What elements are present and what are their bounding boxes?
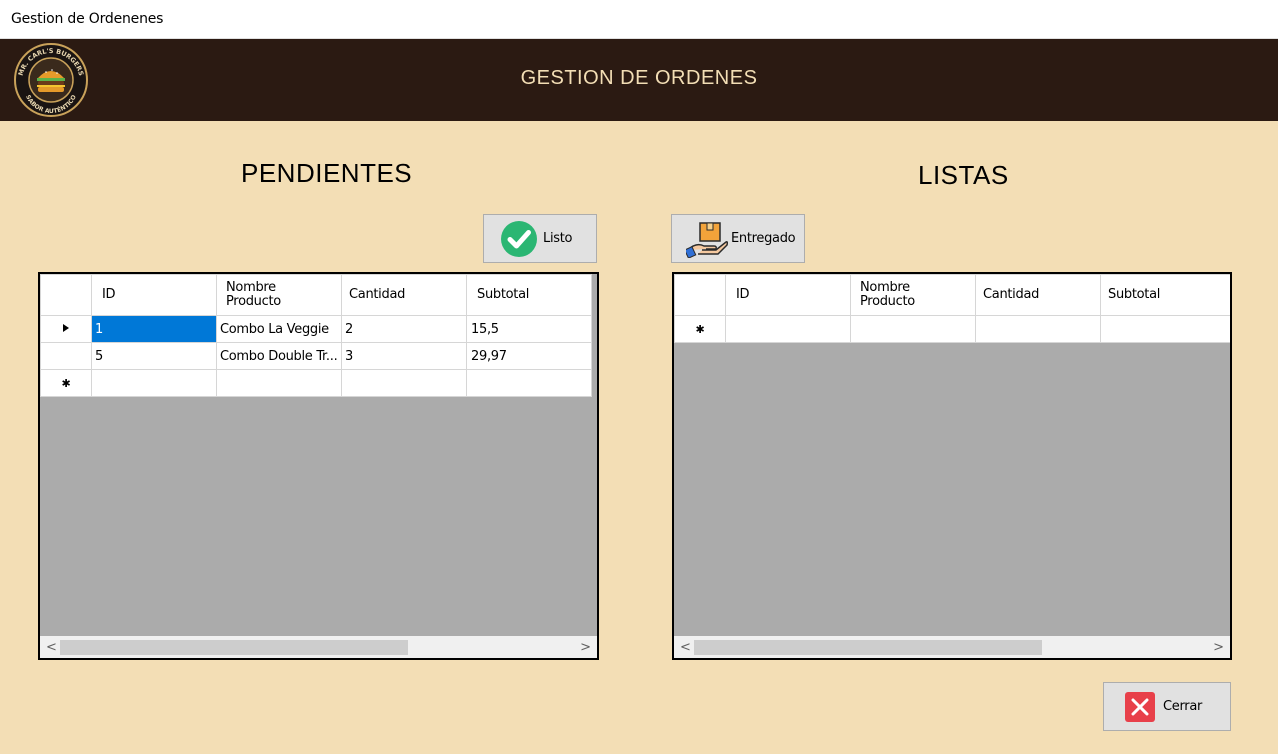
column-header-subtotal[interactable]: Subtotal bbox=[1100, 274, 1230, 316]
pendientes-grid[interactable]: ID Nombre Producto Cantidad Subtotal 1 C… bbox=[38, 272, 599, 660]
app-header: MR. CARL'S BURGERS SABOR AUTÉNTICO GESTI… bbox=[0, 39, 1278, 121]
scroll-right-icon[interactable]: > bbox=[580, 640, 591, 655]
scroll-left-icon[interactable]: < bbox=[46, 640, 57, 655]
table-row[interactable]: 5 Combo Double Tr... 3 29,97 bbox=[40, 342, 592, 370]
column-header-id[interactable]: ID bbox=[91, 274, 217, 316]
listas-grid[interactable]: ID Nombre Producto Cantidad Subtotal ✱ <… bbox=[672, 272, 1232, 660]
listo-button-label: Listo bbox=[543, 231, 573, 246]
cell-cantidad[interactable] bbox=[975, 315, 1101, 343]
column-header-nombre[interactable]: Nombre Producto bbox=[850, 274, 976, 316]
column-header-id[interactable]: ID bbox=[725, 274, 851, 316]
pendientes-table: ID Nombre Producto Cantidad Subtotal 1 C… bbox=[40, 274, 592, 397]
horizontal-scrollbar[interactable]: < > bbox=[40, 636, 597, 658]
row-header-corner bbox=[674, 274, 726, 316]
cell-subtotal[interactable] bbox=[1100, 315, 1230, 343]
cell-id[interactable] bbox=[725, 315, 851, 343]
cell-cantidad[interactable]: 2 bbox=[341, 315, 467, 343]
cell-nombre[interactable] bbox=[850, 315, 976, 343]
pendientes-title: PENDIENTES bbox=[241, 158, 413, 188]
new-row[interactable]: ✱ bbox=[40, 369, 592, 397]
cell-subtotal[interactable] bbox=[466, 369, 592, 397]
cell-cantidad[interactable]: 3 bbox=[341, 342, 467, 370]
column-header-subtotal[interactable]: Subtotal bbox=[466, 274, 592, 316]
cerrar-button[interactable]: Cerrar bbox=[1103, 682, 1231, 731]
window-titlebar: Gestion de Ordenenes bbox=[0, 0, 1278, 39]
cell-subtotal[interactable]: 29,97 bbox=[466, 342, 592, 370]
row-header-corner bbox=[40, 274, 92, 316]
cell-id[interactable]: 1 bbox=[91, 315, 217, 343]
entregado-button[interactable]: Entregado bbox=[671, 214, 805, 263]
page-title: GESTION DE ORDENES bbox=[520, 67, 758, 89]
cell-nombre[interactable]: Combo La Veggie bbox=[216, 315, 342, 343]
scroll-right-icon[interactable]: > bbox=[1213, 640, 1224, 655]
close-icon bbox=[1125, 691, 1155, 722]
cell-id[interactable] bbox=[91, 369, 217, 397]
cell-subtotal[interactable]: 15,5 bbox=[466, 315, 592, 343]
table-row[interactable]: 1 Combo La Veggie 2 15,5 bbox=[40, 315, 592, 343]
new-row[interactable]: ✱ bbox=[674, 315, 1230, 343]
listas-table: ID Nombre Producto Cantidad Subtotal ✱ bbox=[674, 274, 1230, 343]
new-row-asterisk-icon[interactable]: ✱ bbox=[40, 369, 92, 397]
cell-nombre[interactable] bbox=[216, 369, 342, 397]
scrollbar-thumb[interactable] bbox=[694, 640, 1042, 655]
table-header-row: ID Nombre Producto Cantidad Subtotal bbox=[674, 274, 1230, 316]
cerrar-button-label: Cerrar bbox=[1163, 699, 1203, 714]
entregado-button-label: Entregado bbox=[731, 231, 796, 246]
column-header-nombre-label: Nombre Producto bbox=[860, 280, 915, 309]
horizontal-scrollbar[interactable]: < > bbox=[674, 636, 1230, 658]
scrollbar-thumb[interactable] bbox=[60, 640, 408, 655]
new-row-asterisk-icon[interactable]: ✱ bbox=[674, 315, 726, 343]
cell-id[interactable]: 5 bbox=[91, 342, 217, 370]
column-header-cantidad[interactable]: Cantidad bbox=[975, 274, 1101, 316]
listas-title: LISTAS bbox=[918, 160, 1009, 190]
window-title: Gestion de Ordenenes bbox=[11, 11, 164, 27]
check-icon bbox=[500, 220, 538, 258]
delivery-box-icon bbox=[686, 220, 728, 258]
scroll-left-icon[interactable]: < bbox=[680, 640, 691, 655]
column-header-nombre-label: Nombre Producto bbox=[226, 280, 281, 309]
row-header[interactable] bbox=[40, 342, 92, 370]
table-header-row: ID Nombre Producto Cantidad Subtotal bbox=[40, 274, 592, 316]
current-row-indicator-icon[interactable] bbox=[40, 315, 92, 343]
column-header-nombre[interactable]: Nombre Producto bbox=[216, 274, 342, 316]
cell-nombre[interactable]: Combo Double Tr... bbox=[216, 342, 342, 370]
column-header-cantidad[interactable]: Cantidad bbox=[341, 274, 467, 316]
cell-cantidad[interactable] bbox=[341, 369, 467, 397]
listo-button[interactable]: Listo bbox=[483, 214, 597, 263]
